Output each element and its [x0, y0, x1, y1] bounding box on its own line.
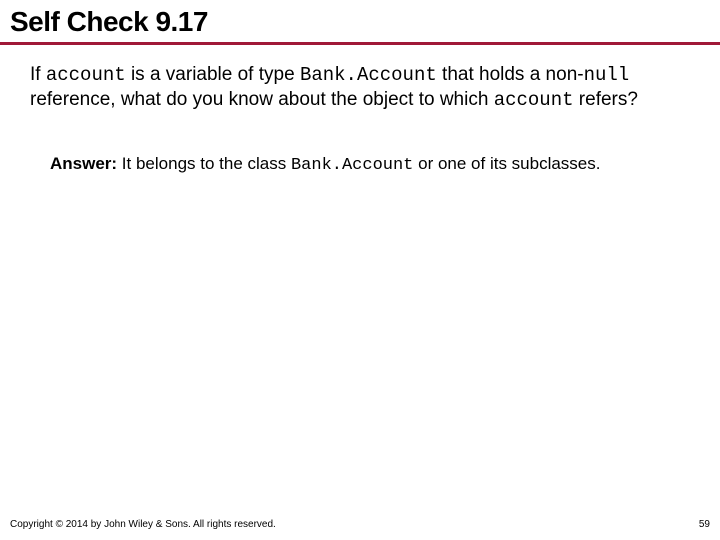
question-part: If: [30, 64, 46, 85]
answer-text: Answer: It belongs to the class Bank.Acc…: [50, 153, 680, 177]
code-bankaccount: Bank.Account: [300, 64, 437, 86]
code-null: null: [584, 64, 630, 86]
answer-block: Answer: It belongs to the class Bank.Acc…: [0, 113, 720, 177]
footer: Copyright © 2014 by John Wiley & Sons. A…: [10, 519, 710, 530]
answer-label: Answer:: [50, 154, 117, 173]
question-part: reference, what do you know about the ob…: [30, 89, 494, 110]
question-part: refers?: [574, 89, 638, 110]
question-part: that holds a non-: [437, 64, 584, 85]
question-text: If account is a variable of type Bank.Ac…: [0, 63, 720, 113]
title-divider: [0, 42, 720, 45]
code-account-2: account: [494, 89, 574, 111]
answer-part: It belongs to the class: [117, 154, 291, 173]
slide-title: Self Check 9.17: [0, 0, 720, 42]
code-bankaccount-answer: Bank.Account: [291, 156, 413, 175]
question-part: is a variable of type: [126, 64, 300, 85]
copyright-text: Copyright © 2014 by John Wiley & Sons. A…: [10, 519, 276, 530]
page-number: 59: [699, 519, 710, 530]
answer-part: or one of its subclasses.: [413, 154, 600, 173]
slide: Self Check 9.17 If account is a variable…: [0, 0, 720, 540]
code-account: account: [46, 64, 126, 86]
